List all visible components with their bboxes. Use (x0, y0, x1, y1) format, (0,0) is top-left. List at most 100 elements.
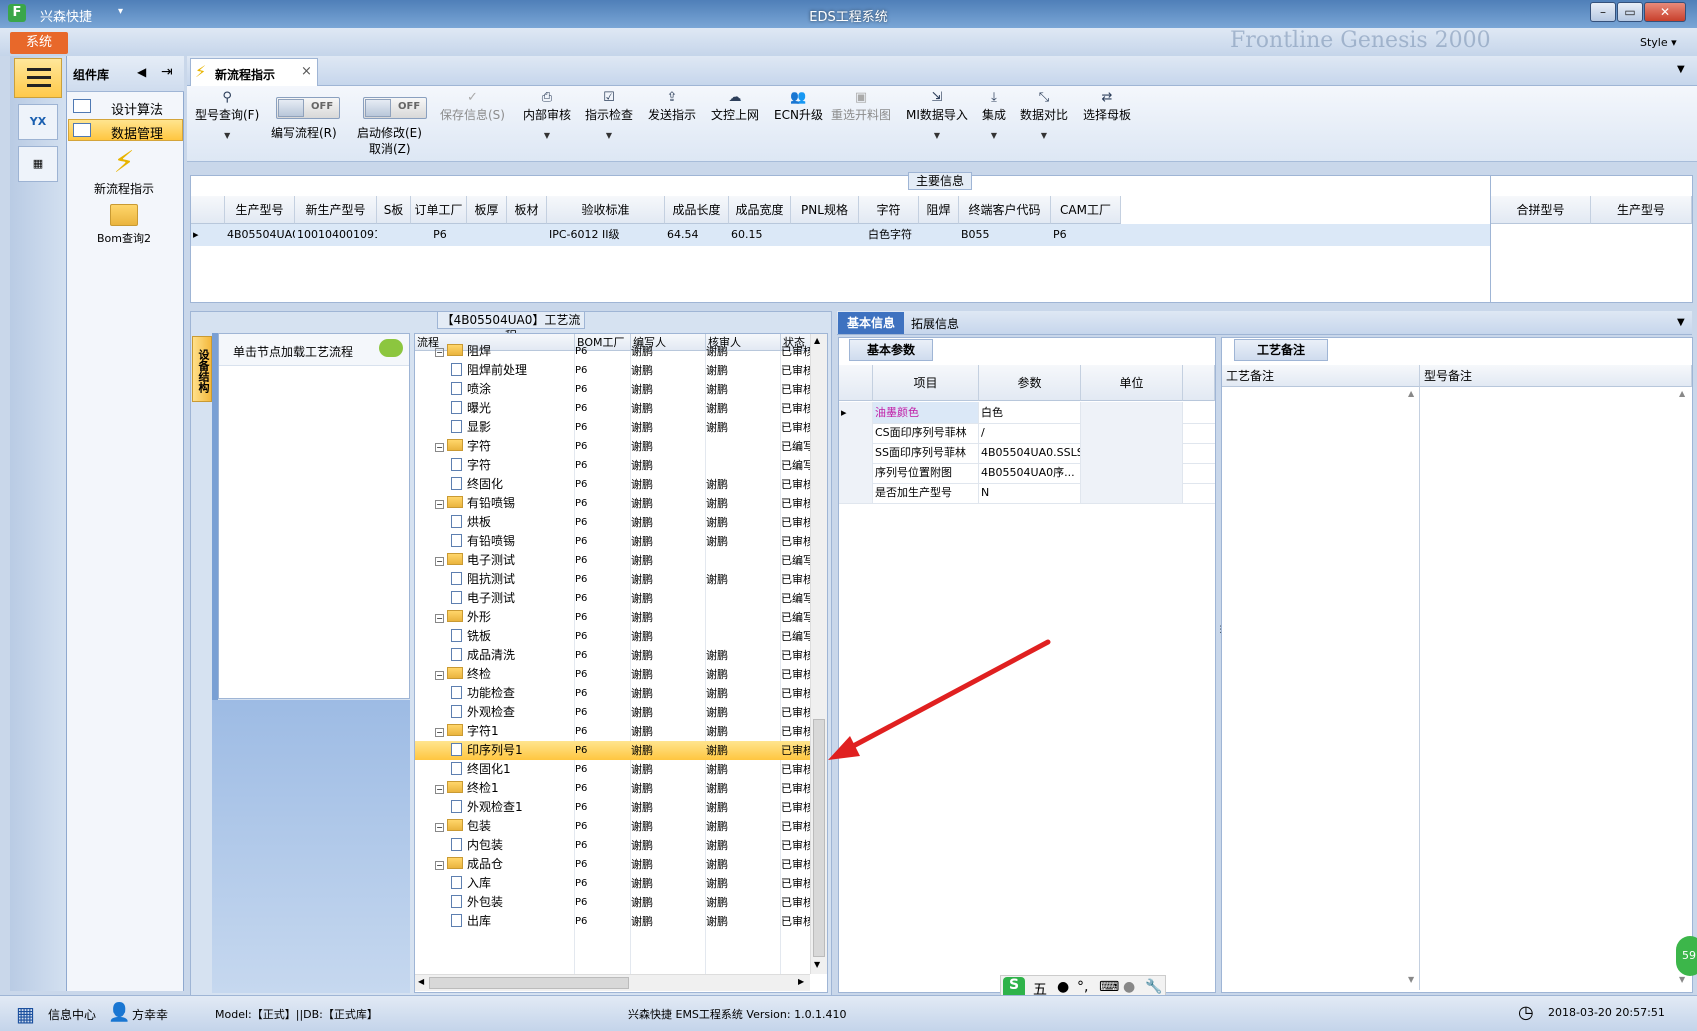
model-remark-textarea[interactable]: ▲ ▼ (1421, 387, 1692, 990)
column-header[interactable]: 订单工厂 (411, 196, 467, 224)
column-header[interactable]: 阻焊 (919, 196, 959, 224)
collapse-toggle-icon[interactable]: − (435, 671, 444, 680)
equipment-structure-tab[interactable]: 设备结构 (192, 336, 212, 402)
param-unit-cell[interactable] (1081, 442, 1183, 463)
column-header[interactable]: 成品宽度 (729, 196, 791, 224)
tab-basic-info[interactable]: 基本信息 (838, 312, 904, 334)
param-row[interactable]: ▸ 油墨颜色 白色 (839, 402, 1215, 424)
param-value-cell[interactable]: N (979, 482, 1081, 503)
param-row[interactable]: CS面印序列号菲林 / (839, 422, 1215, 444)
scroll-up-icon[interactable]: ▲ (1408, 389, 1414, 398)
grid-cell[interactable]: 60.15 (729, 224, 791, 246)
param-unit-cell[interactable] (1081, 402, 1183, 423)
collapse-toggle-icon[interactable]: − (435, 557, 444, 566)
data-compare-button[interactable]: ⤡ 数据对比 ▼ (1020, 90, 1068, 140)
column-header[interactable]: 生产型号 (225, 196, 295, 224)
cancel-button[interactable]: 取消(Z) (369, 140, 411, 157)
param-value-cell[interactable]: 4B05504UA0序... (979, 462, 1081, 483)
column-header[interactable]: CAM工厂 (1051, 196, 1121, 224)
tree-folder-row[interactable]: − 终检 P6 谢鹏 谢鹏 已审核 (415, 665, 811, 684)
tree-item-row[interactable]: 终固化1 P6 谢鹏 谢鹏 已审核 (415, 760, 811, 779)
tree-folder-row[interactable]: − 终检1 P6 谢鹏 谢鹏 已审核 (415, 779, 811, 798)
grid-apps-icon[interactable]: ▦ (16, 1002, 35, 1026)
tree-item-row[interactable]: 曝光 P6 谢鹏 谢鹏 已审核 (415, 399, 811, 418)
grid-cell[interactable]: P6 (411, 224, 467, 246)
user-icon[interactable]: ● (1123, 979, 1135, 995)
param-unit-cell[interactable] (1081, 422, 1183, 443)
scroll-up-icon[interactable]: ▲ (814, 336, 820, 345)
edit-flow-toggle[interactable]: OFF (276, 97, 340, 119)
style-dropdown[interactable]: Style ▾ (1640, 36, 1677, 49)
grid-cell[interactable]: 10010400109185 (295, 224, 377, 246)
grid-cell[interactable] (467, 224, 507, 246)
tree-horizontal-scrollbar[interactable]: ◀ ▶ (415, 974, 810, 991)
scroll-right-icon[interactable]: ▶ (798, 977, 804, 986)
close-tab-icon[interactable]: × (301, 64, 312, 79)
grid-cell[interactable]: 64.54 (665, 224, 729, 246)
scroll-thumb[interactable] (429, 977, 629, 989)
param-row[interactable]: 是否加生产型号 N (839, 482, 1215, 504)
doc-upload-button[interactable]: ☁ 文控上网 (711, 90, 759, 123)
close-window-button[interactable]: ✕ (1644, 2, 1686, 22)
tree-item-row[interactable]: 印序列号1 P6 谢鹏 谢鹏 已审核 (415, 741, 811, 760)
collapse-toggle-icon[interactable]: − (435, 861, 444, 870)
collapse-toggle-icon[interactable]: − (435, 500, 444, 509)
grid-cell[interactable]: B055 (959, 224, 1051, 246)
tree-item-row[interactable]: 有铅喷锡 P6 谢鹏 谢鹏 已审核 (415, 532, 811, 551)
minimize-button[interactable]: – (1590, 2, 1616, 22)
param-row[interactable]: 序列号位置附图 4B05504UA0序... (839, 462, 1215, 484)
tab-list-dropdown-icon[interactable]: ▼ (1677, 64, 1685, 75)
collapse-toggle-icon[interactable]: − (435, 348, 444, 357)
tree-folder-row[interactable]: − 包装 P6 谢鹏 谢鹏 已审核 (415, 817, 811, 836)
tree-item-row[interactable]: 内包装 P6 谢鹏 谢鹏 已审核 (415, 836, 811, 855)
param-item-cell[interactable]: CS面印序列号菲林 (873, 422, 979, 443)
column-header[interactable]: 板材 (507, 196, 547, 224)
column-header[interactable]: S板 (377, 196, 411, 224)
scroll-down-icon[interactable]: ▼ (1408, 975, 1414, 984)
tab-process-remark[interactable]: 工艺备注 (1234, 339, 1328, 361)
wrench-icon[interactable]: 🔧 (1145, 979, 1162, 995)
instruction-check-button[interactable]: ☑ 指示检查 ▼ (585, 90, 633, 140)
grid-cell[interactable] (377, 224, 411, 246)
collapse-toggle-icon[interactable]: − (435, 728, 444, 737)
param-row[interactable]: SS面印序列号菲林 4B05504UA0.SSLSN (839, 442, 1215, 464)
grid-cell[interactable]: 白色字符 (859, 224, 919, 246)
grid-cell[interactable]: P6 (1051, 224, 1121, 246)
tree-item-row[interactable]: 功能检查 P6 谢鹏 谢鹏 已审核 (415, 684, 811, 703)
collapse-toggle-icon[interactable]: − (435, 443, 444, 452)
tree-item-row[interactable]: 字符 P6 谢鹏 已编写 (415, 456, 811, 475)
process-remark-textarea[interactable]: ▲ ▼ (1222, 387, 1420, 990)
tab-new-flow-instruction[interactable]: ⚡ 新流程指示 × (190, 58, 318, 86)
param-unit-cell[interactable] (1081, 482, 1183, 503)
tree-folder-row[interactable]: − 字符 P6 谢鹏 已编写 (415, 437, 811, 456)
param-item-cell[interactable]: SS面印序列号菲林 (873, 442, 979, 463)
param-unit-cell[interactable] (1081, 462, 1183, 483)
collapse-toggle-icon[interactable]: − (435, 823, 444, 832)
column-header[interactable]: 新生产型号 (295, 196, 377, 224)
column-header[interactable]: 板厚 (467, 196, 507, 224)
bom-query-shortcut[interactable]: Bom查询2 (94, 204, 154, 246)
system-menu-button[interactable]: 系统 (10, 32, 68, 54)
internal-review-button[interactable]: ⎙ 内部审核 ▼ (523, 90, 571, 140)
column-header[interactable]: 验收标准 (547, 196, 665, 224)
scroll-up-icon[interactable]: ▲ (1679, 389, 1685, 398)
column-header[interactable]: 字符 (859, 196, 919, 224)
param-value-cell[interactable]: 白色 (979, 402, 1081, 423)
tree-item-row[interactable]: 入库 P6 谢鹏 谢鹏 已审核 (415, 874, 811, 893)
tree-item-row[interactable]: 终固化 P6 谢鹏 谢鹏 已审核 (415, 475, 811, 494)
column-header[interactable]: PNL规格 (791, 196, 859, 224)
tree-item-row[interactable]: 成品清洗 P6 谢鹏 谢鹏 已审核 (415, 646, 811, 665)
tree-item-row[interactable]: 电子测试 P6 谢鹏 已编写 (415, 589, 811, 608)
collapse-toggle-icon[interactable]: − (435, 785, 444, 794)
collapse-left-icon[interactable]: ◀ (137, 65, 146, 79)
tree-folder-row[interactable]: − 外形 P6 谢鹏 已编写 (415, 608, 811, 627)
mi-import-button[interactable]: ⇲ MI数据导入 ▼ (906, 90, 968, 140)
tree-item-row[interactable]: 烘板 P6 谢鹏 谢鹏 已审核 (415, 513, 811, 532)
column-header[interactable]: 生产型号 (1591, 196, 1692, 224)
save-info-button[interactable]: ✓ 保存信息(S) (440, 90, 505, 123)
param-item-cell[interactable]: 是否加生产型号 (873, 482, 979, 503)
send-instruction-button[interactable]: ⇪ 发送指示 (648, 90, 696, 123)
tab-extended-info[interactable]: 拓展信息 (911, 315, 959, 332)
column-header[interactable]: 参数 (979, 365, 1081, 401)
collapse-toggle-icon[interactable]: − (435, 614, 444, 623)
